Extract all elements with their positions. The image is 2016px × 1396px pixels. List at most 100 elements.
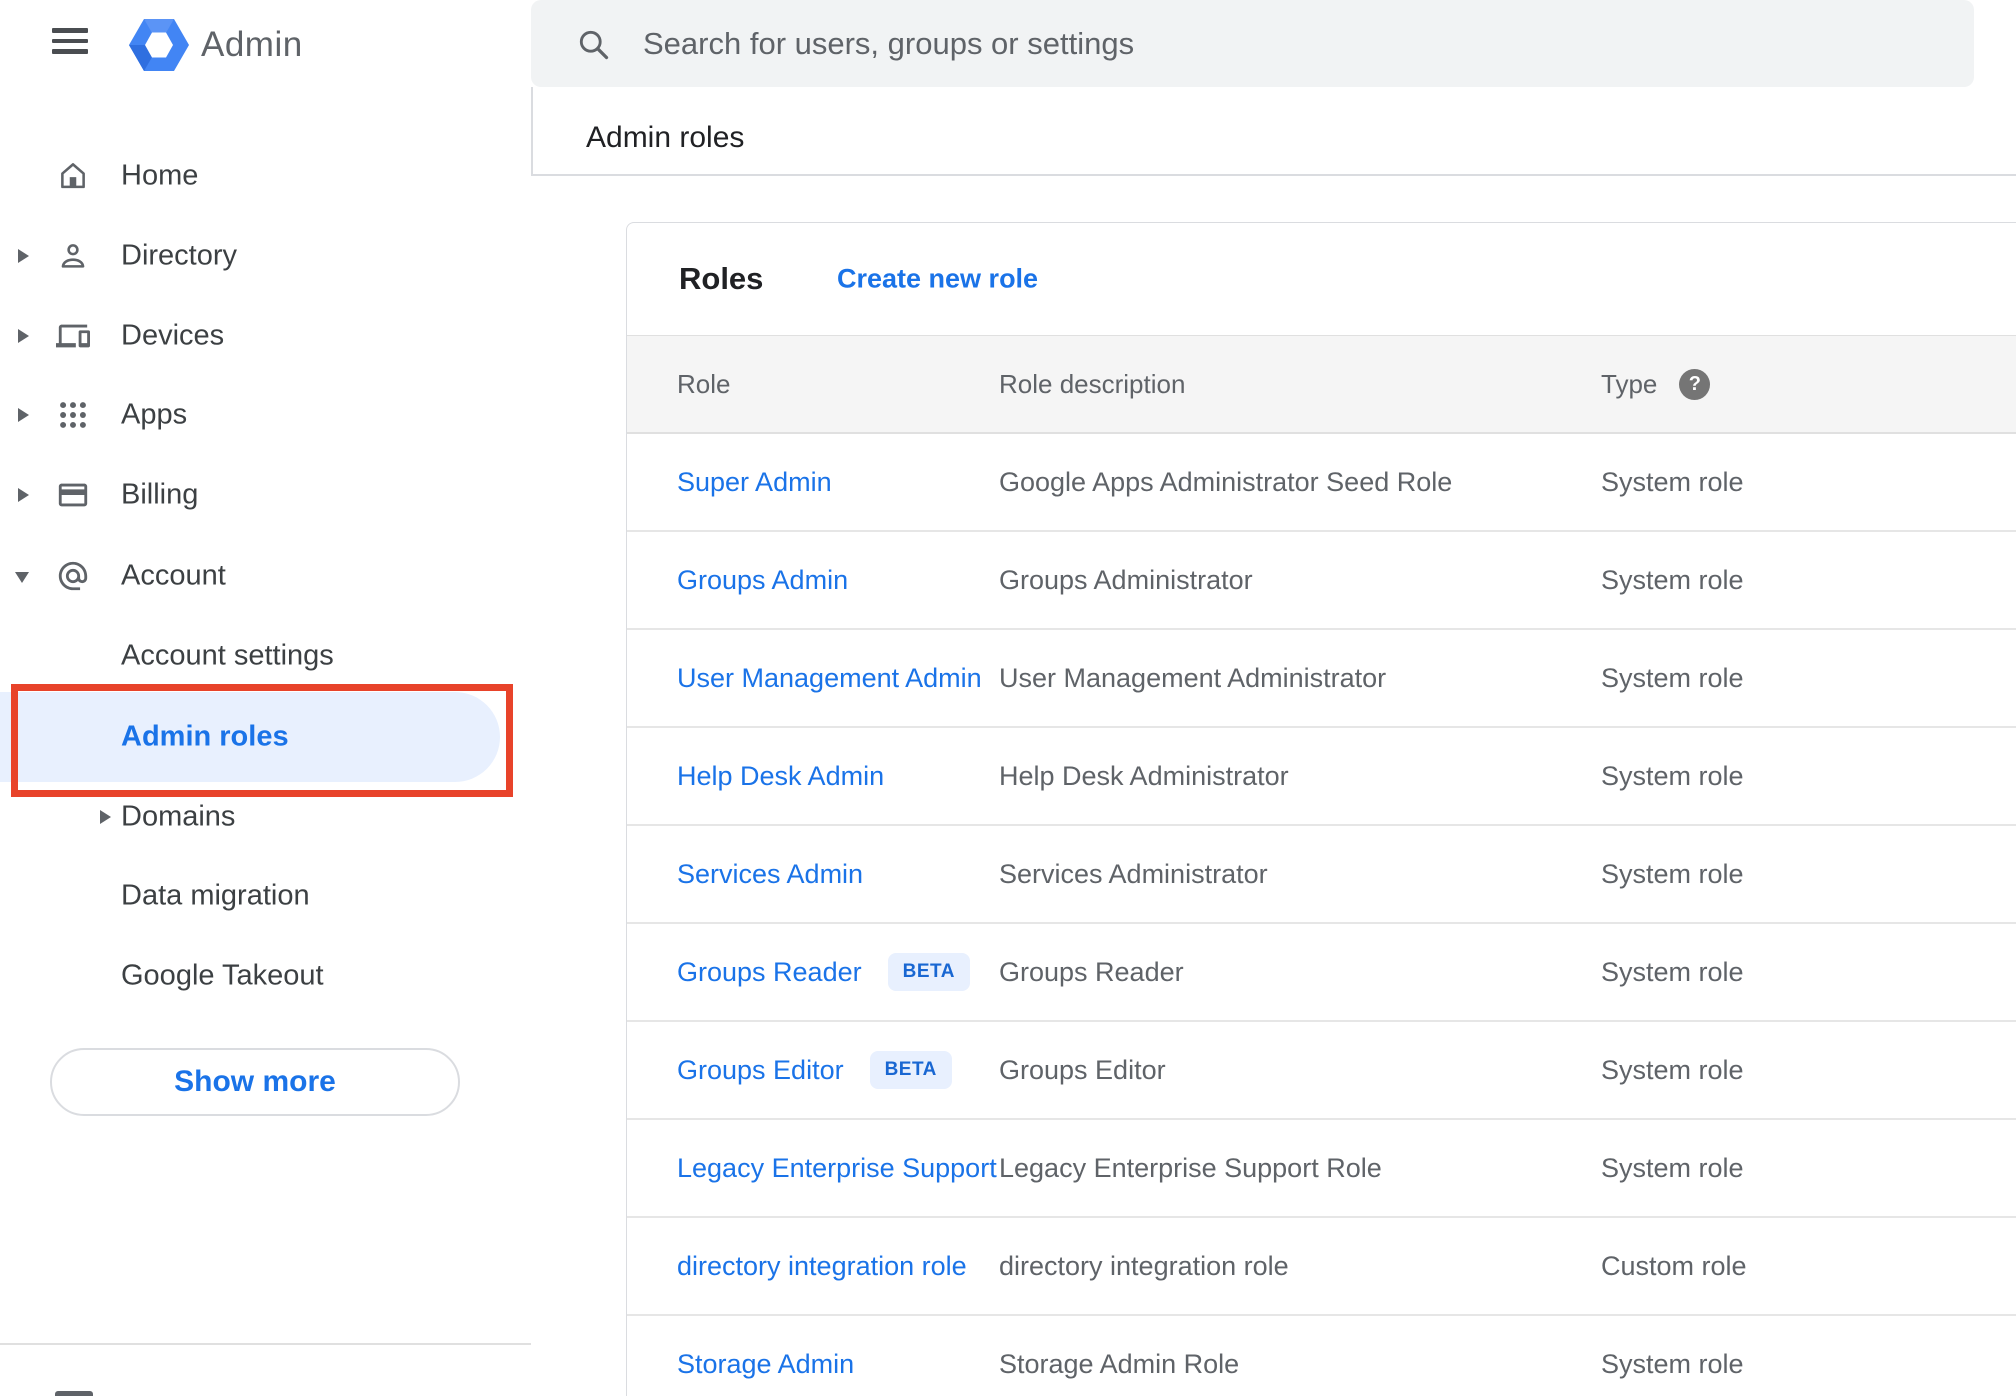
sidebar-bottom-icon	[55, 1391, 93, 1396]
sidebar-item-account-settings[interactable]: Account settings	[0, 616, 531, 696]
role-type: System role	[1601, 1054, 1744, 1085]
column-header-type: Type	[1601, 368, 1658, 399]
table-row: Groups Editor BETA Groups Editor System …	[627, 1022, 2016, 1120]
role-link[interactable]: Legacy Enterprise Support	[677, 1153, 997, 1184]
roles-table-body: Super Admin Google Apps Administrator Se…	[627, 434, 2016, 1396]
role-type: System role	[1601, 564, 1744, 595]
breadcrumb: Admin roles	[586, 121, 745, 154]
column-header-role-description: Role description	[999, 368, 1186, 399]
sidebar-item-directory[interactable]: Directory	[0, 216, 531, 296]
menu-icon[interactable]	[52, 28, 88, 54]
role-link[interactable]: User Management Admin	[677, 663, 982, 694]
role-description: Groups Administrator	[999, 564, 1253, 595]
sidebar: Admin Home Directory Devices Apps Billin…	[0, 0, 531, 1396]
table-row: Super Admin Google Apps Administrator Se…	[627, 434, 2016, 532]
admin-console: Admin Home Directory Devices Apps Billin…	[0, 0, 2016, 1396]
role-description: Services Administrator	[999, 858, 1268, 889]
panel-title: Roles	[679, 261, 764, 296]
role-description: Legacy Enterprise Support Role	[999, 1152, 1382, 1183]
sidebar-item-apps[interactable]: Apps	[0, 375, 531, 455]
help-icon[interactable]: ?	[1679, 368, 1711, 400]
role-description: Groups Editor	[999, 1054, 1166, 1085]
role-type: Custom role	[1601, 1250, 1747, 1281]
chevron-right-icon[interactable]	[100, 810, 111, 824]
table-row: Services Admin Services Administrator Sy…	[627, 826, 2016, 924]
sidebar-item-label: Directory	[121, 239, 238, 272]
roles-table-header: Role Role description Type ?	[627, 335, 2016, 434]
chevron-right-icon[interactable]	[18, 488, 29, 502]
directory-icon	[56, 239, 90, 273]
sidebar-item-home[interactable]: Home	[0, 136, 531, 216]
sidebar-item-label: Google Takeout	[121, 959, 324, 992]
role-link[interactable]: Groups Admin	[677, 565, 848, 596]
role-link[interactable]: Groups Reader	[677, 957, 862, 988]
sidebar-item-label: Apps	[121, 398, 188, 431]
beta-badge: BETA	[887, 953, 970, 991]
sidebar-item-admin-roles[interactable]: Admin roles	[0, 692, 500, 782]
sidebar-item-domains[interactable]: Domains	[0, 777, 531, 857]
table-row: directory integration role directory int…	[627, 1218, 2016, 1316]
role-link[interactable]: Services Admin	[677, 859, 863, 890]
sidebar-item-label: Billing	[121, 478, 199, 511]
table-row: User Management Admin User Management Ad…	[627, 630, 2016, 728]
sidebar-item-label: Home	[121, 159, 199, 192]
sidebar-item-label: Devices	[121, 319, 225, 352]
chevron-right-icon[interactable]	[18, 408, 29, 422]
home-icon	[56, 159, 90, 193]
table-row: Storage Admin Storage Admin Role System …	[627, 1316, 2016, 1396]
role-type: System role	[1601, 466, 1744, 497]
role-link[interactable]: directory integration role	[677, 1251, 967, 1282]
table-row: Groups Admin Groups Administrator System…	[627, 532, 2016, 630]
role-link[interactable]: Help Desk Admin	[677, 761, 884, 792]
chevron-right-icon[interactable]	[18, 249, 29, 263]
role-link[interactable]: Groups Editor	[677, 1055, 844, 1086]
search-input[interactable]	[643, 0, 1923, 87]
role-type: System role	[1601, 1152, 1744, 1183]
column-header-role: Role	[677, 368, 731, 399]
role-link[interactable]: Storage Admin	[677, 1349, 854, 1380]
sidebar-item-label: Account settings	[121, 639, 334, 672]
role-description: directory integration role	[999, 1250, 1289, 1281]
role-description: User Management Administrator	[999, 662, 1387, 693]
sidebar-item-label: Domains	[121, 800, 236, 833]
sidebar-item-account[interactable]: Account	[0, 536, 531, 616]
role-description: Storage Admin Role	[999, 1348, 1240, 1379]
show-more-button[interactable]: Show more	[50, 1048, 460, 1116]
role-type: System role	[1601, 1348, 1744, 1379]
sidebar-item-data-migration[interactable]: Data migration	[0, 856, 531, 936]
chevron-right-icon[interactable]	[18, 329, 29, 343]
role-link[interactable]: Super Admin	[677, 467, 832, 498]
table-row: Groups Reader BETA Groups Reader System …	[627, 924, 2016, 1022]
role-type: System role	[1601, 956, 1744, 987]
sidebar-item-devices[interactable]: Devices	[0, 296, 531, 376]
sidebar-item-billing[interactable]: Billing	[0, 455, 531, 535]
billing-card-icon	[56, 478, 90, 512]
sidebar-item-google-takeout[interactable]: Google Takeout	[0, 936, 531, 1016]
apps-icon	[56, 398, 90, 432]
sidebar-item-label: Data migration	[121, 879, 310, 912]
roles-panel-header: Roles Create new role	[627, 223, 2016, 335]
role-description: Google Apps Administrator Seed Role	[999, 466, 1453, 497]
beta-badge: BETA	[869, 1051, 952, 1089]
content-divider	[531, 174, 2016, 176]
role-type: System role	[1601, 858, 1744, 889]
sidebar-item-label: Account	[121, 559, 226, 592]
roles-panel: Roles Create new role Role Role descript…	[626, 222, 2016, 1396]
role-type: System role	[1601, 760, 1744, 791]
search-icon	[575, 26, 611, 67]
sidebar-divider	[0, 1343, 531, 1345]
role-description: Help Desk Administrator	[999, 760, 1289, 791]
create-new-role-link[interactable]: Create new role	[837, 264, 1038, 295]
sidebar-item-label: Admin roles	[121, 720, 289, 753]
chevron-down-icon[interactable]	[15, 572, 29, 583]
app-title: Admin	[201, 25, 303, 64]
role-type: System role	[1601, 662, 1744, 693]
table-row: Legacy Enterprise Support Legacy Enterpr…	[627, 1120, 2016, 1218]
role-description: Groups Reader	[999, 956, 1184, 987]
table-row: Help Desk Admin Help Desk Administrator …	[627, 728, 2016, 826]
search-bar[interactable]	[531, 0, 1974, 87]
devices-icon	[56, 319, 90, 353]
content-vertical-divider	[531, 87, 533, 176]
admin-logo-icon	[128, 17, 190, 78]
account-at-icon	[56, 559, 90, 593]
